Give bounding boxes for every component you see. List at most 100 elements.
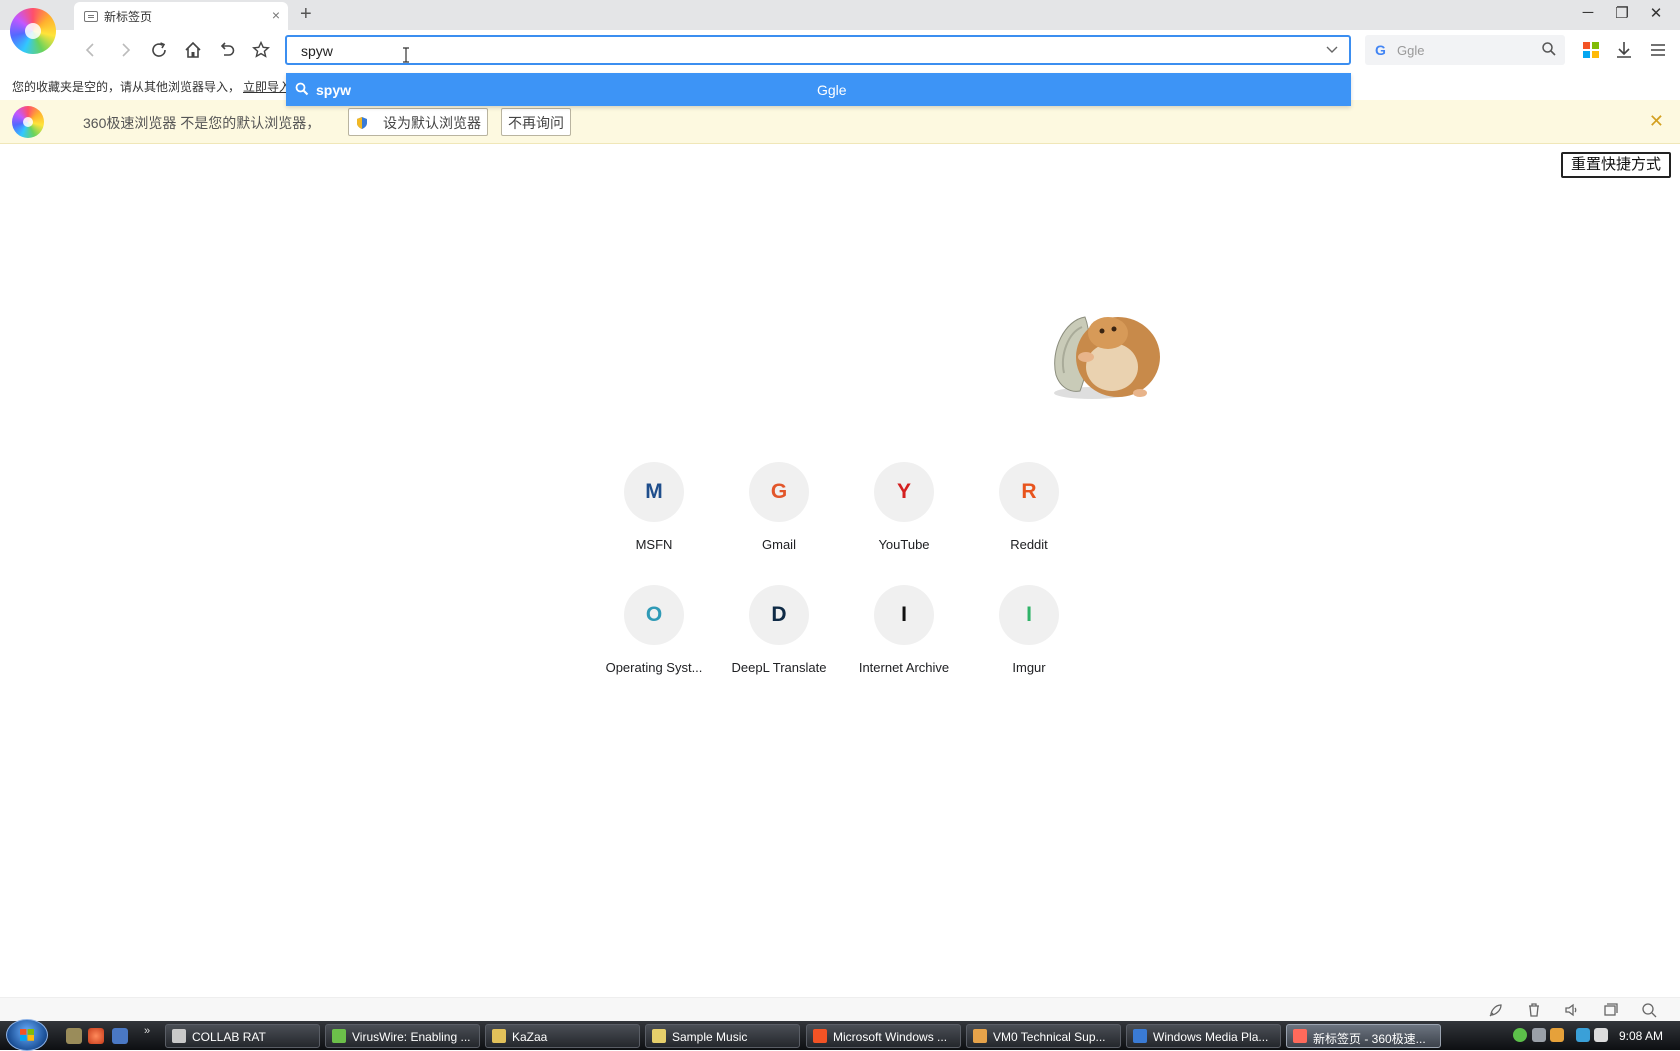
tab-title: 新标签页 [104,10,153,24]
speed-dial-letter-icon: M [624,462,684,522]
dont-ask-again-button[interactable]: 不再询问 [501,108,571,136]
speed-dial-letter-icon: Y [874,462,934,522]
default-browser-notice: 360极速浏览器 不是您的默认浏览器， 设为默认浏览器 不再询问 ✕ [0,100,1680,144]
undo-close-tab-button[interactable] [214,37,240,63]
volume-tray-icon[interactable] [1594,1028,1608,1042]
minimize-button[interactable]: ─ [1573,4,1603,26]
speed-dial-label: Gmail [762,537,796,552]
notice-text: 360极速浏览器 不是您的默认浏览器， [83,115,321,131]
quick-launch-more-icon[interactable]: » [144,1025,150,1037]
page-icon [84,11,98,22]
display-tray-icon[interactable] [1576,1028,1590,1042]
text-cursor-icon [403,47,409,63]
close-notice-icon[interactable]: ✕ [1649,111,1664,132]
rocket-icon[interactable] [1487,1001,1505,1019]
task-label: Microsoft Windows ... [833,1030,948,1044]
taskbar-task[interactable]: Microsoft Windows ... [806,1024,961,1048]
network-tray-icon[interactable] [1513,1028,1527,1042]
favorite-button[interactable] [248,37,274,63]
speed-dial-internet-archive[interactable]: I Internet Archive [844,585,964,695]
arrow-left-icon [85,43,94,57]
tab-new-tab[interactable]: 新标签页 × [74,2,288,30]
bookmarks-empty-hint: 您的收藏夹是空的，请从其他浏览器导入， [12,80,241,94]
speed-dial-letter-icon: O [624,585,684,645]
speed-dial-label: Reddit [1010,537,1048,552]
address-bar[interactable] [285,35,1351,65]
restore-button[interactable]: ❐ [1607,4,1637,26]
trash-icon[interactable] [1525,1001,1543,1019]
speed-dial-label: Imgur [1012,660,1046,675]
speed-dial-gmail[interactable]: G Gmail [719,462,839,572]
speed-dial-msfn[interactable]: M MSFN [594,462,714,572]
task-app-icon [973,1029,987,1043]
taskbar-task[interactable]: VM0 Technical Sup... [966,1024,1121,1048]
menu-icon[interactable] [1647,39,1669,61]
chevron-down-icon[interactable] [1325,44,1339,56]
taskbar-task[interactable]: KaZaa [485,1024,640,1048]
task-label: 新标签页 - 360极速... [1313,1032,1426,1046]
download-icon[interactable] [1613,39,1635,61]
speed-dial-letter-icon: R [999,462,1059,522]
taskbar-task[interactable]: COLLAB RAT [165,1024,320,1048]
browser-logo-small [12,106,44,138]
google-icon: G [1375,42,1386,58]
taskbar-task[interactable]: Windows Media Pla... [1126,1024,1281,1048]
search-tray-icon[interactable] [1550,1028,1564,1042]
new-tab-button[interactable]: + [300,3,312,26]
shield-icon [357,117,367,129]
back-button[interactable] [78,37,104,63]
window-icon[interactable] [1601,1001,1619,1019]
start-button[interactable] [6,1019,48,1051]
taskbar-task[interactable]: 新标签页 - 360极速... [1286,1024,1441,1048]
task-app-icon [492,1029,506,1043]
taskbar-task[interactable]: VirusWire: Enabling ... [325,1024,480,1048]
reload-button[interactable] [146,37,172,63]
speed-dial-imgur[interactable]: I Imgur [969,585,1089,695]
search-engine-box[interactable]: G Ggle [1365,35,1565,65]
task-label: VM0 Technical Sup... [993,1030,1106,1044]
reset-shortcuts-button[interactable]: 重置快捷方式 [1561,152,1671,178]
star-icon [252,40,270,58]
search-icon [295,82,309,96]
search-placeholder: Ggle [1397,43,1425,58]
switch-windows-icon[interactable] [112,1028,128,1044]
speed-dial-operating-syst[interactable]: O Operating Syst... [594,585,714,695]
speed-dial-letter-icon: I [999,585,1059,645]
forward-button[interactable] [112,37,138,63]
set-default-label: 设为默认浏览器 [383,115,481,131]
speed-dial-label: YouTube [878,537,930,552]
task-label: VirusWire: Enabling ... [352,1030,471,1044]
status-bar [0,997,1680,1021]
task-app-icon [1293,1029,1307,1043]
close-window-button[interactable]: ✕ [1641,4,1671,26]
autocomplete-suggestion[interactable]: spyw Ggle [286,73,1351,106]
suggestion-term: spyw [316,82,352,98]
taskbar-task[interactable]: Sample Music [645,1024,800,1048]
set-default-browser-button[interactable]: 设为默认浏览器 [348,108,488,136]
speed-dial-reddit[interactable]: R Reddit [969,462,1089,572]
speed-dial-deepl-translate[interactable]: D DeepL Translate [719,585,839,695]
address-input[interactable] [301,42,1261,60]
speed-dial-youtube[interactable]: Y YouTube [844,462,964,572]
speed-dial-label: Operating Syst... [605,660,703,675]
taskbar-clock[interactable]: 9:08 AM [1619,1029,1663,1043]
browser-logo[interactable] [10,8,56,54]
home-icon [185,41,201,58]
tray-icon-settings[interactable] [1532,1028,1546,1042]
task-app-icon [1133,1029,1147,1043]
speed-dial-letter-icon: G [749,462,809,522]
toolbar: G Ggle [0,30,1680,70]
home-button[interactable] [180,37,206,63]
task-app-icon [172,1029,186,1043]
task-label: Sample Music [672,1030,748,1044]
show-desktop-icon[interactable] [66,1028,82,1044]
search-icon[interactable] [1541,41,1557,57]
tab-strip: 新标签页 × + ─ ❐ ✕ [0,0,1680,30]
tab-close-icon[interactable]: × [272,7,280,23]
zoom-icon[interactable] [1640,1001,1658,1019]
sound-icon[interactable] [1563,1001,1581,1019]
import-bookmarks-link[interactable]: 立即导入 [243,78,291,95]
browser-quicklaunch-icon[interactable] [88,1028,104,1044]
apps-grid-icon[interactable] [1580,39,1602,61]
task-label: Windows Media Pla... [1153,1030,1269,1044]
